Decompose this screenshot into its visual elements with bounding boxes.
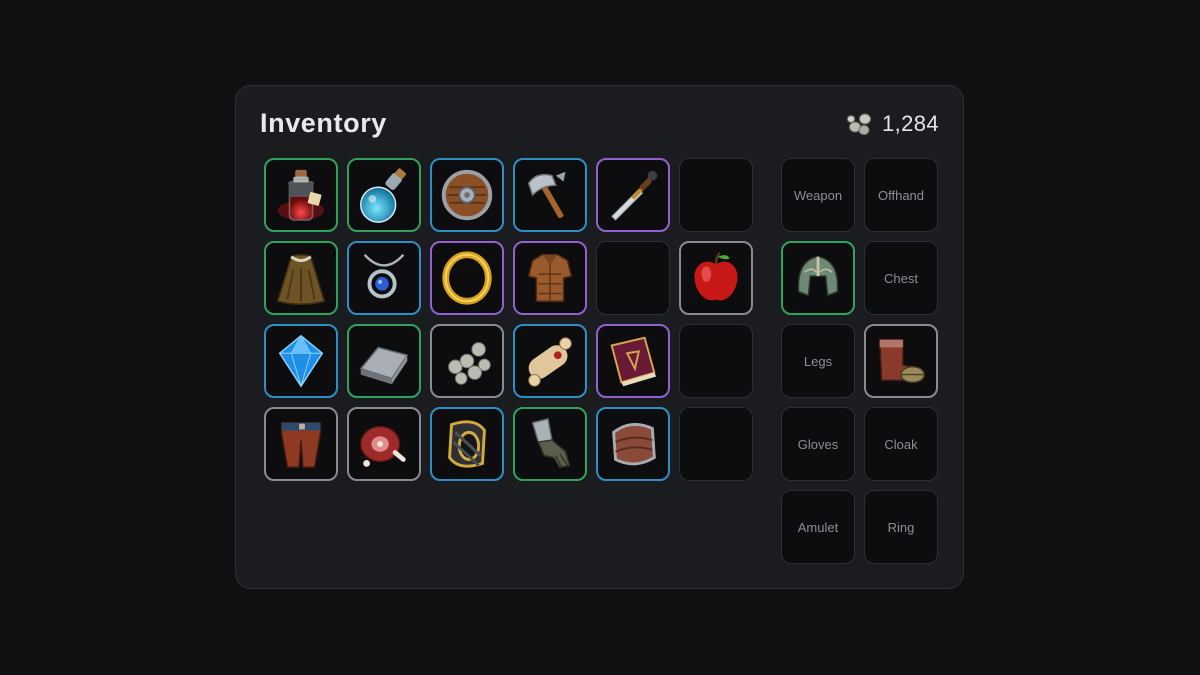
equip-slot-label: Chest xyxy=(884,270,918,286)
cloak-icon xyxy=(270,247,332,309)
blue-gem-icon xyxy=(270,330,332,392)
equip-slot-legs[interactable]: Legs xyxy=(781,324,855,398)
blue-potion-icon xyxy=(353,164,415,226)
equip-slot-offhand[interactable]: Offhand xyxy=(864,158,938,232)
inventory-slot[interactable] xyxy=(347,158,421,232)
inventory-slot[interactable] xyxy=(513,324,587,398)
equip-slot-gloves[interactable]: Gloves xyxy=(781,407,855,481)
chest-armor-icon xyxy=(519,247,581,309)
currency-display: 1,284 xyxy=(846,111,939,137)
equip-slot-amulet[interactable]: Amulet xyxy=(781,490,855,564)
inventory-slot[interactable] xyxy=(513,158,587,232)
gold-ring-icon xyxy=(436,247,498,309)
gauntlet-icon xyxy=(519,413,581,475)
currency-amount: 1,284 xyxy=(881,111,939,136)
ham-icon xyxy=(353,413,415,475)
round-shield-icon xyxy=(436,164,498,226)
equip-slot-label: Amulet xyxy=(797,519,839,535)
coins-icon xyxy=(846,111,874,137)
inventory-grid xyxy=(264,158,753,481)
equip-slot-weapon[interactable]: Weapon xyxy=(781,158,855,232)
inventory-slot[interactable] xyxy=(679,324,753,398)
bracer-icon xyxy=(436,413,498,475)
inventory-slot[interactable] xyxy=(679,241,753,315)
equip-slot-label: Legs xyxy=(803,353,833,369)
amulet-icon xyxy=(353,247,415,309)
equip-slot-label: Ring xyxy=(887,519,915,535)
inventory-slot[interactable] xyxy=(347,241,421,315)
equip-slot-chest[interactable]: Chest xyxy=(864,241,938,315)
helmet-icon xyxy=(787,247,849,309)
inventory-slot[interactable] xyxy=(430,407,504,481)
red-potion-icon xyxy=(270,164,332,226)
equip-slot-head[interactable] xyxy=(781,241,855,315)
inventory-slot[interactable] xyxy=(596,407,670,481)
inventory-slot[interactable] xyxy=(430,158,504,232)
leather-pants-icon xyxy=(270,413,332,475)
axe-icon xyxy=(519,164,581,226)
inventory-slot[interactable] xyxy=(430,241,504,315)
spellbook-icon xyxy=(602,330,664,392)
inventory-slot[interactable] xyxy=(679,407,753,481)
scroll-icon xyxy=(519,330,581,392)
dagger-icon xyxy=(602,164,664,226)
equip-slot-ring[interactable]: Ring xyxy=(864,490,938,564)
equip-slot-label: Offhand xyxy=(877,187,925,203)
inventory-slot[interactable] xyxy=(430,324,504,398)
equip-slot-cloak[interactable]: Cloak xyxy=(864,407,938,481)
inventory-slot[interactable] xyxy=(264,324,338,398)
boots-icon xyxy=(870,330,932,392)
inventory-panel: Inventory 1,284 Weapon Offhand Chest Legs Gl… xyxy=(235,85,964,589)
inventory-slot[interactable] xyxy=(513,407,587,481)
equip-slot-label: Cloak xyxy=(884,436,918,452)
inventory-slot[interactable] xyxy=(513,241,587,315)
apple-icon xyxy=(685,247,747,309)
inventory-slot[interactable] xyxy=(264,158,338,232)
inventory-slot[interactable] xyxy=(679,158,753,232)
inventory-slot[interactable] xyxy=(347,407,421,481)
equip-slot-label: Weapon xyxy=(793,187,843,203)
iron-ingot-icon xyxy=(353,330,415,392)
inventory-slot[interactable] xyxy=(264,241,338,315)
inventory-title: Inventory xyxy=(260,108,387,138)
equip-slot-label: Gloves xyxy=(797,436,839,452)
inventory-slot[interactable] xyxy=(347,324,421,398)
inventory-slot[interactable] xyxy=(596,158,670,232)
silver-coins-icon xyxy=(436,330,498,392)
equip-slot-feet[interactable] xyxy=(864,324,938,398)
inventory-slot[interactable] xyxy=(596,241,670,315)
inventory-slot[interactable] xyxy=(596,324,670,398)
pauldron-icon xyxy=(602,413,664,475)
inventory-slot[interactable] xyxy=(264,407,338,481)
equipment-slots: Weapon Offhand Chest Legs Gloves Cloak Amulet R… xyxy=(781,158,938,564)
